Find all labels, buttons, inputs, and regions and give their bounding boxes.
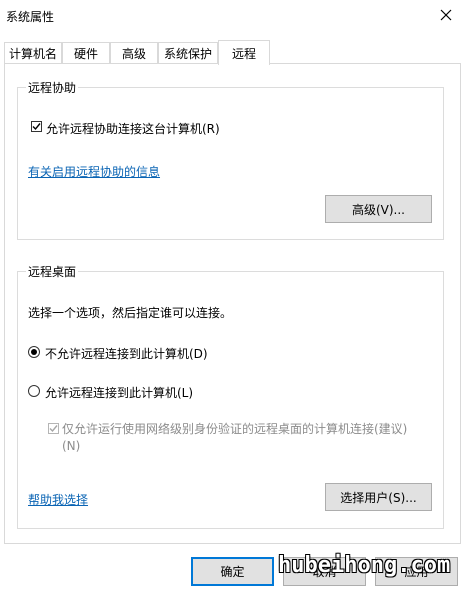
remote-desktop-title: 远程桌面 xyxy=(26,263,79,280)
tab-advanced[interactable]: 高级 xyxy=(110,42,158,63)
select-users-button[interactable]: 选择用户(S)... xyxy=(325,483,432,511)
tab-label: 系统保护 xyxy=(163,46,212,61)
tab-remote[interactable]: 远程 xyxy=(218,40,270,65)
ok-button[interactable]: 确定 xyxy=(191,557,274,586)
nla-checkbox[interactable] xyxy=(48,423,59,434)
remote-assistance-title: 远程协助 xyxy=(26,79,79,96)
checkmark-icon xyxy=(49,425,58,433)
radio-selected-dot xyxy=(31,349,37,355)
remote-assistance-group: 远程协助 允许远程协助连接这台计算机(R) 有关启用远程协助的信息 高级(V).… xyxy=(17,79,444,240)
advanced-button-label: 高级(V)... xyxy=(351,202,406,217)
close-button[interactable] xyxy=(423,0,469,30)
tab-panel-remote: 远程协助 允许远程协助连接这台计算机(R) 有关启用远程协助的信息 高级(V).… xyxy=(4,63,461,544)
tab-label: 计算机名 xyxy=(8,46,57,61)
remote-assistance-info-link[interactable]: 有关启用远程协助的信息 xyxy=(28,163,160,180)
remote-desktop-group: 远程桌面 选择一个选项，然后指定谁可以连接。 不允许远程连接到此计算机(D) 允… xyxy=(17,263,444,529)
allow-remote-radio[interactable] xyxy=(28,385,40,397)
ok-button-label: 确定 xyxy=(220,565,245,579)
allow-remote-assistance-label[interactable]: 允许远程协助连接这台计算机(R) xyxy=(46,120,220,137)
window-title: 系统属性 xyxy=(6,10,55,24)
watermark-text: hubeihong.com xyxy=(278,553,451,578)
close-icon xyxy=(440,9,452,21)
nla-label[interactable]: 仅允许运行使用网络级别身份验证的远程桌面的计算机连接(建议)(N) xyxy=(62,421,417,455)
help-me-choose-link[interactable]: 帮助我选择 xyxy=(28,491,88,508)
tab-label: 远程 xyxy=(231,46,256,61)
allow-remote-label[interactable]: 允许远程连接到此计算机(L) xyxy=(45,384,193,401)
disallow-remote-label[interactable]: 不允许远程连接到此计算机(D) xyxy=(45,345,208,362)
tab-label: 高级 xyxy=(121,46,146,61)
tab-system-protection[interactable]: 系统保护 xyxy=(158,42,218,63)
checkmark-icon xyxy=(32,123,41,131)
select-users-button-label: 选择用户(S)... xyxy=(340,490,417,505)
advanced-button[interactable]: 高级(V)... xyxy=(325,195,432,223)
tab-computer-name[interactable]: 计算机名 xyxy=(4,42,62,63)
allow-remote-assistance-checkbox[interactable] xyxy=(31,121,42,132)
title-bar: 系统属性 xyxy=(0,0,469,34)
tab-hardware[interactable]: 硬件 xyxy=(62,42,110,63)
tab-label: 硬件 xyxy=(73,46,98,61)
remote-desktop-instruction: 选择一个选项，然后指定谁可以连接。 xyxy=(28,306,233,320)
disallow-remote-radio[interactable] xyxy=(28,346,40,358)
